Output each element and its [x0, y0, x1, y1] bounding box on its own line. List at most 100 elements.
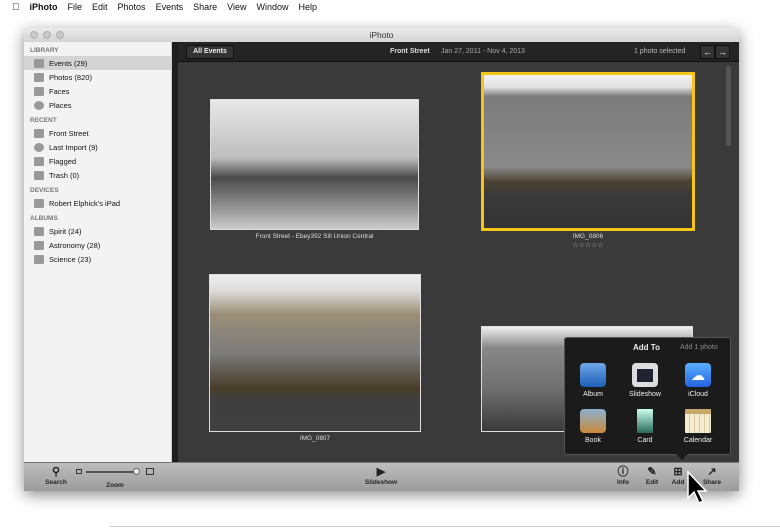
- info-label: Info: [617, 479, 629, 486]
- zoom-slider[interactable]: [76, 468, 156, 477]
- album-icon: [580, 363, 606, 387]
- edit-button[interactable]: ✎ Edit: [641, 465, 663, 486]
- icloud-label: iCloud: [688, 391, 708, 398]
- selection-count: 1 photo selected: [634, 48, 686, 55]
- slideshow-button[interactable]: ▶ Slideshow: [360, 465, 402, 486]
- trash-icon: [34, 170, 44, 180]
- sidebar-item[interactable]: Events (29): [24, 56, 171, 70]
- menu-file[interactable]: File: [68, 2, 83, 12]
- zoom-label: Zoom: [106, 482, 124, 489]
- zoom-knob[interactable]: [133, 468, 141, 475]
- ipad-icon: [34, 198, 44, 208]
- photo-thumbnail[interactable]: [210, 99, 419, 230]
- menu-view[interactable]: View: [227, 2, 246, 12]
- sidebar-item[interactable]: Flagged: [24, 154, 171, 168]
- menu-share[interactable]: Share: [193, 2, 217, 12]
- zoom-window-button[interactable]: [56, 31, 64, 39]
- clock-icon: [34, 142, 44, 152]
- sidebar-item[interactable]: Photos (820): [24, 70, 171, 84]
- faces-icon: [34, 86, 44, 96]
- menu-help[interactable]: Help: [298, 2, 317, 12]
- add-to-calendar[interactable]: Calendar: [673, 409, 723, 444]
- zoom-track: [86, 471, 139, 473]
- date-range: Jan 27, 2011 - Nov 4, 2013: [441, 48, 525, 55]
- photo-caption[interactable]: IMG_0807: [209, 435, 421, 442]
- sidebar-item[interactable]: Robert Elphick's iPad: [24, 196, 171, 210]
- event-name: Front Street: [390, 48, 430, 55]
- photos-icon: [34, 72, 44, 82]
- sidebar-item[interactable]: Faces: [24, 84, 171, 98]
- add-to-icloud[interactable]: ☁ iCloud: [673, 363, 723, 398]
- photo-thumbnail[interactable]: [209, 274, 421, 432]
- sidebar-item[interactable]: Spirit (24): [24, 224, 171, 238]
- large-photo-icon: [146, 468, 154, 475]
- add-to-popover: Add To Add 1 photo Album Slideshow ☁ iClo…: [564, 337, 731, 460]
- sidebar-item-label: Photos (820): [49, 72, 92, 82]
- slideshow-label: Slideshow: [629, 391, 661, 398]
- play-icon: ▶: [376, 466, 386, 478]
- slideshow-icon: [632, 363, 658, 387]
- book-label: Book: [585, 437, 601, 444]
- window-title: iPhoto: [369, 30, 394, 40]
- album-icon: [34, 226, 44, 236]
- album-icon: [34, 254, 44, 264]
- info-button[interactable]: ⓘ Info: [612, 465, 634, 486]
- small-photo-icon: [76, 469, 82, 474]
- card-icon: [637, 409, 653, 433]
- add-to-card[interactable]: Card: [620, 409, 670, 444]
- album-icon: [34, 240, 44, 250]
- sidebar-item-label: Front Street: [49, 128, 89, 138]
- sidebar-item-label: Robert Elphick's iPad: [49, 198, 121, 208]
- sidebar-section-title: LIBRARY: [30, 47, 59, 54]
- calendar-icon: [685, 409, 711, 433]
- events-palm-icon: [34, 58, 44, 68]
- photo-caption[interactable]: IMG_0806: [481, 233, 695, 240]
- search-icon: ⚲: [51, 466, 61, 478]
- sidebar-item[interactable]: Science (23): [24, 252, 171, 266]
- sidebar-item[interactable]: Astronomy (28): [24, 238, 171, 252]
- menu-edit[interactable]: Edit: [92, 2, 108, 12]
- calendar-label: Calendar: [683, 437, 713, 444]
- minimize-button[interactable]: [43, 31, 51, 39]
- next-arrow-icon[interactable]: →: [715, 45, 730, 59]
- sidebar-item[interactable]: Last Import (9): [24, 140, 171, 154]
- menu-photos[interactable]: Photos: [118, 2, 146, 12]
- sidebar: LIBRARY Events (29) Photos (820) Faces Place…: [24, 42, 172, 462]
- star-rating[interactable]: ☆☆☆☆☆: [481, 241, 695, 249]
- sidebar-item-label: Trash (0): [49, 170, 80, 180]
- globe-icon: [34, 100, 44, 110]
- menu-events[interactable]: Events: [156, 2, 184, 12]
- photo-thumbnail-selected[interactable]: [481, 72, 695, 231]
- apple-menu[interactable]: : [12, 2, 20, 13]
- menu-window[interactable]: Window: [256, 2, 288, 12]
- sidebar-item-label: Last Import (9): [49, 142, 98, 152]
- sidebar-item-label: Faces: [49, 86, 70, 96]
- close-button[interactable]: [30, 31, 38, 39]
- bottom-toolbar: ⚲ Search Zoom ▶ Slideshow ⓘ Info ✎ Edit ⊞ Add…: [24, 462, 739, 491]
- album-label: Album: [583, 391, 603, 398]
- sidebar-item[interactable]: Front Street: [24, 126, 171, 140]
- photo-caption[interactable]: Front Street - Ebey392 Sill Union Centra…: [210, 233, 419, 240]
- flag-icon: [34, 156, 44, 166]
- menu-bar:  iPhoto File Edit Photos Events Share V…: [0, 0, 780, 14]
- add-label: Add: [671, 479, 685, 486]
- sidebar-item[interactable]: Trash (0): [24, 168, 171, 182]
- events-palm-icon: [34, 128, 44, 138]
- all-events-button[interactable]: All Events: [186, 45, 234, 59]
- slideshow-label: Slideshow: [364, 479, 398, 486]
- sidebar-section-title: DEVICES: [30, 187, 59, 194]
- search-button[interactable]: ⚲ Search: [42, 465, 70, 486]
- add-to-slideshow[interactable]: Slideshow: [620, 363, 670, 398]
- divider: [110, 526, 780, 527]
- sidebar-item[interactable]: Places: [24, 98, 171, 112]
- mouse-cursor-icon: [687, 470, 708, 505]
- add-to-book[interactable]: Book: [568, 409, 618, 444]
- card-label: Card: [637, 437, 653, 444]
- scrollbar[interactable]: [726, 66, 731, 146]
- sidebar-item-label: Events (29): [49, 58, 88, 68]
- menu-iphoto[interactable]: iPhoto: [30, 2, 58, 12]
- previous-arrow-icon[interactable]: ←: [700, 45, 715, 59]
- sidebar-section-title: RECENT: [30, 117, 57, 124]
- edit-label: Edit: [645, 479, 659, 486]
- add-to-album[interactable]: Album: [568, 363, 618, 398]
